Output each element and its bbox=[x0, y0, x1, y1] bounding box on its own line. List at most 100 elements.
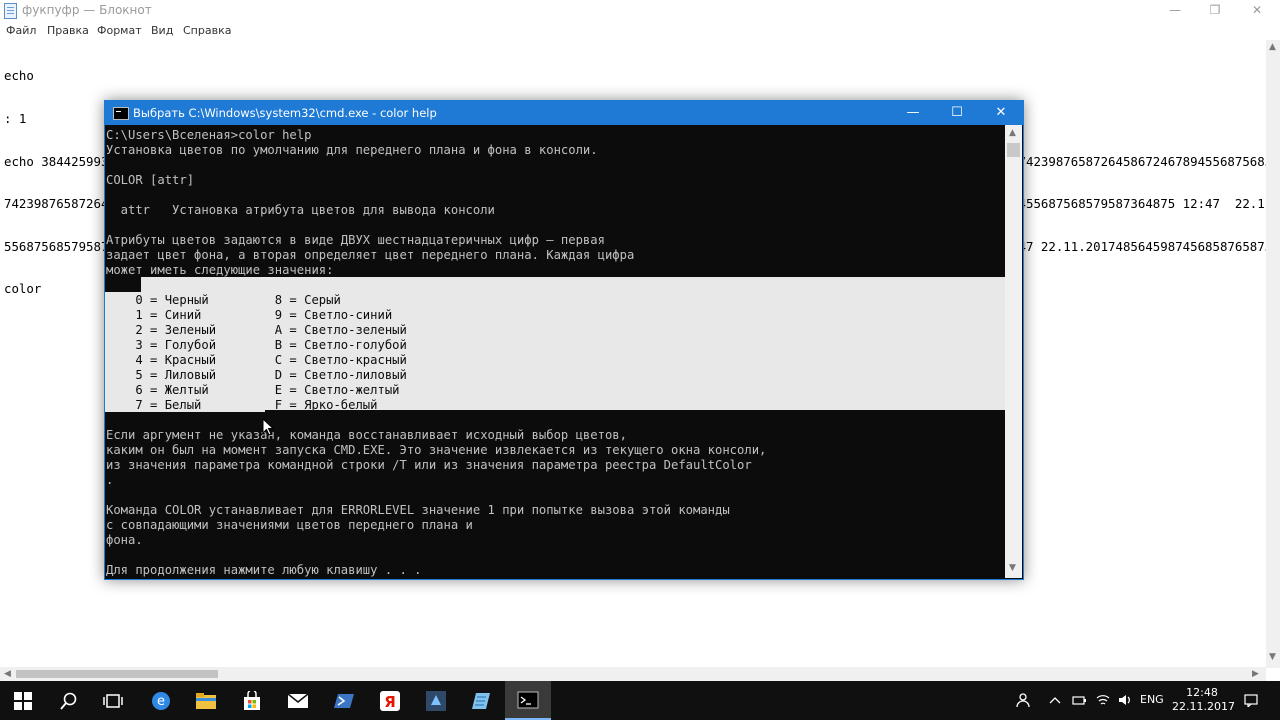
notepad-maximize-button[interactable]: ❐ bbox=[1192, 0, 1238, 22]
scroll-down-icon[interactable]: ▼ bbox=[1009, 563, 1016, 573]
chevron-up-icon[interactable] bbox=[1048, 693, 1062, 707]
console-line: 1 = Синий 9 = Светло-синий bbox=[106, 308, 393, 322]
taskbar-cmd[interactable] bbox=[505, 681, 551, 720]
svg-text:e: e bbox=[157, 694, 165, 709]
store-icon bbox=[244, 690, 260, 710]
console-line: Если аргумент не указан, команда восстан… bbox=[106, 428, 627, 442]
edge-icon: e bbox=[152, 691, 170, 710]
console-line: Для продолжения нажмите любую клавишу . … bbox=[106, 563, 422, 577]
console-line: Установка цветов по умолчанию для передн… bbox=[106, 143, 598, 157]
clock[interactable]: 12:48 22.11.2017 bbox=[1172, 686, 1235, 714]
console-line: C:\Users\Вселеная>color help bbox=[106, 128, 312, 142]
taskbar: e Я ENG 12:48 22.11.2017 bbox=[0, 681, 1280, 720]
wifi-icon[interactable] bbox=[1096, 693, 1110, 707]
console-line: attr Установка атрибута цветов для вывод… bbox=[106, 203, 495, 217]
notepad-line: echo bbox=[4, 69, 34, 84]
console-line: с совпадающими значениями цветов передне… bbox=[106, 518, 473, 532]
horizontal-scroll-thumb[interactable] bbox=[16, 670, 218, 678]
task-view-button[interactable] bbox=[90, 681, 136, 720]
console-line: фона. bbox=[106, 533, 143, 547]
notepad-vertical-scrollbar[interactable]: ▲ ▼ bbox=[1266, 40, 1280, 668]
mouse-cursor-icon bbox=[262, 418, 274, 436]
search-button[interactable] bbox=[46, 681, 92, 720]
taskbar-powershell[interactable] bbox=[321, 681, 367, 720]
language-indicator[interactable]: ENG bbox=[1140, 693, 1164, 706]
notepad-title: фукпуфр — Блокнот bbox=[22, 3, 152, 17]
console-line: COLOR [attr] bbox=[106, 173, 195, 187]
notepad-icon bbox=[4, 3, 17, 19]
cmd-close-button[interactable]: ✕ bbox=[979, 101, 1023, 125]
console-line: каким он был на момент запуска CMD.EXE. … bbox=[106, 443, 767, 457]
battery-icon[interactable] bbox=[1072, 693, 1086, 707]
taskbar-edge[interactable]: e bbox=[138, 681, 184, 720]
scroll-up-icon[interactable]: ▲ bbox=[1269, 42, 1276, 52]
console-line: 0 = Черный 8 = Серый bbox=[106, 293, 341, 307]
taskbar-notepad[interactable] bbox=[459, 681, 505, 720]
console-line: из значения параметра командной строки /… bbox=[106, 458, 752, 472]
folder-icon bbox=[196, 692, 216, 709]
console-line: . bbox=[106, 473, 114, 487]
console-line: 6 = Желтый E = Светло-желтый bbox=[106, 383, 400, 397]
console-line: 7 = Белый F = Ярко-белый bbox=[106, 398, 378, 412]
taskbar-file-explorer[interactable] bbox=[183, 681, 229, 720]
notepad-menubar: Файл Правка Формат Вид Справка bbox=[0, 22, 1280, 40]
console-line: 3 = Голубой B = Светло-голубой bbox=[106, 338, 407, 352]
console-line: задает цвет фона, а вторая определяет цв… bbox=[106, 248, 635, 262]
menu-view[interactable]: Вид bbox=[151, 24, 173, 37]
mail-icon bbox=[287, 692, 309, 708]
taskbar-mail[interactable] bbox=[275, 681, 321, 720]
scroll-right-icon[interactable]: ▶ bbox=[1252, 669, 1259, 679]
cmd-minimize-button[interactable]: — bbox=[891, 101, 935, 125]
yandex-icon: Я bbox=[380, 690, 400, 711]
task-view-icon bbox=[103, 693, 123, 708]
menu-edit[interactable]: Правка bbox=[47, 24, 89, 37]
windows-logo-icon bbox=[14, 691, 32, 710]
scroll-down-icon[interactable]: ▼ bbox=[1269, 652, 1276, 662]
console-icon bbox=[113, 107, 129, 120]
console-output: C:\Users\Вселеная>color help Установка цв… bbox=[106, 128, 1005, 578]
console-line: Атрибуты цветов задаются в виде ДВУХ шес… bbox=[106, 233, 605, 247]
cmd-vertical-scrollbar[interactable]: ▲ ▼ bbox=[1005, 125, 1022, 578]
svg-text:Я: Я bbox=[384, 693, 396, 711]
clock-date: 22.11.2017 bbox=[1172, 700, 1235, 713]
console-line: 5 = Лиловый D = Светло-лиловый bbox=[106, 368, 407, 382]
console-line: 4 = Красный C = Светло-красный bbox=[106, 353, 407, 367]
notepad-app-icon bbox=[472, 692, 490, 709]
cmd-titlebar[interactable]: Выбрать C:\Windows\system32\cmd.exe - co… bbox=[105, 101, 1023, 125]
notifications-icon[interactable] bbox=[1244, 693, 1258, 707]
search-icon bbox=[60, 692, 77, 710]
taskbar-app[interactable] bbox=[413, 681, 459, 720]
start-button[interactable] bbox=[0, 681, 46, 720]
console-line: Команда COLOR устанавливает для ERRORLEV… bbox=[106, 503, 730, 517]
clock-time: 12:48 bbox=[1186, 686, 1218, 699]
cmd-maximize-button[interactable]: ☐ bbox=[935, 101, 979, 125]
console-line: 2 = Зеленый A = Светло-зеленый bbox=[106, 323, 407, 337]
taskbar-yandex-browser[interactable]: Я bbox=[367, 681, 413, 720]
cmd-title: Выбрать C:\Windows\system32\cmd.exe - co… bbox=[133, 106, 437, 120]
scroll-left-icon[interactable]: ◀ bbox=[4, 669, 11, 679]
notepad-horizontal-scrollbar[interactable]: ◀ ▶ bbox=[0, 667, 1266, 681]
menu-help[interactable]: Справка bbox=[183, 24, 231, 37]
taskbar-store[interactable] bbox=[229, 681, 275, 720]
cmd-scroll-thumb[interactable] bbox=[1007, 143, 1020, 157]
notepad-close-button[interactable]: ✕ bbox=[1234, 0, 1280, 22]
menu-file[interactable]: Файл bbox=[6, 24, 36, 37]
console-app-icon bbox=[517, 691, 539, 708]
powershell-icon bbox=[334, 693, 354, 708]
cmd-window[interactable]: Выбрать C:\Windows\system32\cmd.exe - co… bbox=[104, 100, 1024, 580]
console-line: может иметь следующие значения: bbox=[106, 263, 334, 277]
people-icon[interactable] bbox=[1016, 693, 1030, 707]
cmd-console-area[interactable]: C:\Users\Вселеная>color help Установка цв… bbox=[105, 125, 1005, 578]
app-window-icon bbox=[426, 690, 446, 711]
volume-icon[interactable] bbox=[1118, 693, 1132, 707]
scroll-up-icon[interactable]: ▲ bbox=[1009, 128, 1016, 138]
notepad-titlebar: фукпуфр — Блокнот — ❐ ✕ bbox=[0, 0, 1280, 22]
menu-format[interactable]: Формат bbox=[97, 24, 142, 37]
